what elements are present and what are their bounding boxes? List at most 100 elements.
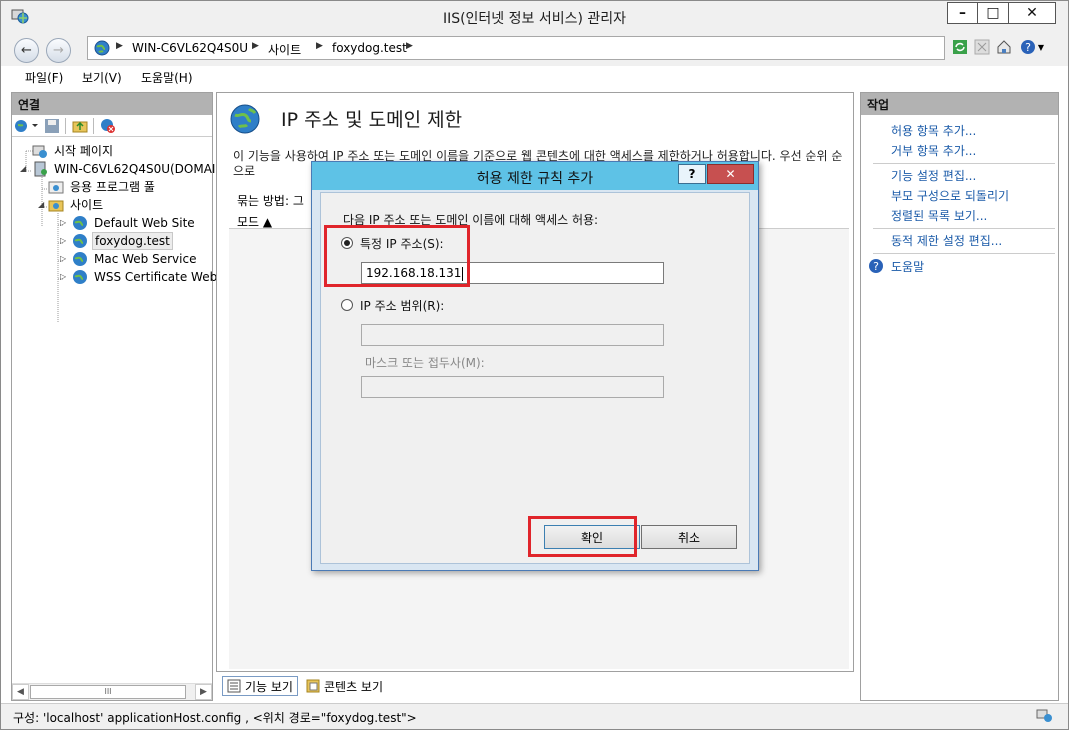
tab-content-view[interactable]: 콘텐츠 보기	[302, 676, 387, 696]
tree-label: 응용 프로그램 풀	[70, 180, 155, 194]
home-icon[interactable]	[995, 38, 1013, 56]
connect-globe-icon[interactable]	[14, 118, 40, 134]
divider	[873, 228, 1055, 229]
scroll-thumb[interactable]: III	[30, 685, 186, 699]
expand-arrow-icon[interactable]: ▷	[60, 268, 69, 286]
tree-label: WSS Certificate Web S	[94, 270, 229, 284]
minimize-button[interactable]: –	[947, 2, 978, 24]
forward-button[interactable]: →	[46, 38, 71, 63]
breadcrumb-sites[interactable]: 사이트	[268, 41, 301, 58]
start-page-icon	[32, 145, 47, 158]
iis-manager-window: IIS(인터넷 정보 서비스) 관리자 – □ ✕ ← → ▶ WIN-C6VL…	[0, 0, 1069, 730]
tab-label: 기능 보기	[245, 679, 293, 694]
site-globe-icon	[73, 270, 87, 284]
dialog-close-button[interactable]: ✕	[707, 164, 754, 184]
close-button[interactable]: ✕	[1009, 2, 1056, 24]
site-globe-icon	[73, 216, 87, 230]
tree-label: WIN-C6VL62Q4S0U(DOMAIN	[54, 162, 225, 176]
dialog-help-button[interactable]: ?	[678, 164, 706, 184]
dialog-title-bar: 허용 제한 규칙 추가 ? ✕	[312, 162, 758, 190]
add-allow-rule-dialog: 허용 제한 규칙 추가 ? ✕ 다음 IP 주소 또는 도메인 이름에 대해 액…	[311, 161, 759, 571]
disconnect-icon[interactable]	[100, 118, 116, 134]
tab-label: 콘텐츠 보기	[324, 679, 384, 694]
connections-panel: 연결 시작 페이지 ◢ WIN-C6VL62Q4S0U(DOMAIN 응용 프로…	[11, 92, 229, 701]
menu-file[interactable]: 파일(F)	[25, 69, 63, 86]
divider	[873, 163, 1055, 164]
breadcrumb-separator: ▶	[316, 41, 323, 51]
ip-range-input[interactable]	[361, 324, 664, 346]
window-title: IIS(인터넷 정보 서비스) 관리자	[442, 11, 627, 27]
save-icon[interactable]	[44, 118, 60, 134]
scroll-left-icon[interactable]: ◀	[12, 684, 29, 700]
action-add-deny[interactable]: 거부 항목 추가...	[891, 142, 976, 159]
expand-arrow-icon[interactable]: ▷	[60, 250, 69, 268]
title-bar: IIS(인터넷 정보 서비스) 관리자 – □ ✕	[1, 1, 1068, 32]
group-by-label: 묶는 방법: 그	[237, 194, 304, 208]
breadcrumb-separator: ▶	[406, 41, 413, 51]
breadcrumb-separator: ▶	[252, 41, 259, 51]
server-icon	[34, 161, 47, 177]
collapse-arrow-icon[interactable]: ◢	[38, 196, 47, 214]
tree-label-selected: foxydog.test	[92, 232, 173, 250]
expand-arrow-icon[interactable]: ▷	[60, 232, 69, 250]
menu-help[interactable]: 도움말(H)	[141, 69, 193, 86]
expand-arrow-icon[interactable]: ▷	[60, 214, 69, 232]
horizontal-scrollbar[interactable]: ◀ III ▶	[12, 683, 212, 700]
maximize-button[interactable]: □	[978, 2, 1009, 24]
breadcrumb-site[interactable]: foxydog.test	[332, 41, 407, 55]
mask-input[interactable]	[361, 376, 664, 398]
up-level-icon[interactable]	[72, 118, 88, 134]
forward-arrow-icon: →	[53, 43, 64, 58]
highlight-ok-button	[528, 516, 637, 557]
help-dropdown-icon[interactable]: ? ▼	[1017, 38, 1047, 56]
tab-features-view[interactable]: 기능 보기	[222, 676, 298, 696]
help-icon: ?	[869, 259, 883, 273]
tree-label: Mac Web Service	[94, 252, 197, 266]
refresh-icon[interactable]	[951, 38, 969, 56]
connections-header: 연결	[12, 93, 212, 115]
connections-toolbar	[12, 115, 212, 137]
status-bar: 구성: 'localhost' applicationHost.config ,…	[1, 703, 1068, 729]
back-arrow-icon: ←	[21, 43, 32, 58]
back-button[interactable]: ←	[14, 38, 39, 63]
actions-panel: 작업 허용 항목 추가... 거부 항목 추가... 기능 설정 편집... 부…	[860, 92, 1059, 701]
ip-range-radio[interactable]	[341, 299, 353, 311]
app-pool-icon	[48, 181, 64, 194]
cancel-button[interactable]: 취소	[641, 525, 737, 549]
menu-bar: 파일(F) 보기(V) 도움말(H)	[1, 66, 1068, 90]
action-add-allow[interactable]: 허용 항목 추가...	[891, 122, 976, 139]
action-help[interactable]: 도움말	[891, 258, 924, 275]
tree-label: Default Web Site	[94, 216, 195, 230]
divider	[873, 253, 1055, 254]
mode-column-label: 모드 ▲	[237, 215, 273, 229]
action-revert-to-parent[interactable]: 부모 구성으로 되돌리기	[891, 187, 1009, 204]
content-view-icon	[306, 679, 320, 693]
collapse-arrow-icon[interactable]: ◢	[20, 160, 29, 178]
site-globe-icon	[73, 252, 87, 266]
tree-label: 시작 페이지	[54, 144, 114, 158]
stop-icon[interactable]	[973, 38, 991, 56]
scroll-right-icon[interactable]: ▶	[195, 684, 212, 700]
status-text: 구성: 'localhost' applicationHost.config ,…	[13, 711, 417, 725]
highlight-specific-ip	[324, 225, 470, 287]
site-globe-icon	[73, 234, 87, 248]
actions-header: 작업	[861, 93, 1058, 115]
sites-folder-icon	[48, 200, 64, 212]
page-title: IP 주소 및 도메인 제한	[281, 109, 463, 131]
breadcrumb-server[interactable]: WIN-C6VL62Q4S0U	[132, 41, 248, 55]
breadcrumb-separator: ▶	[116, 41, 123, 51]
tree-label: 사이트	[70, 198, 104, 212]
address-bar-area: ← → ▶ WIN-C6VL62Q4S0U ▶ 사이트 ▶ foxydog.te…	[1, 32, 1068, 66]
action-view-ordered-list[interactable]: 정렬된 목록 보기...	[891, 207, 987, 224]
ip-range-label: IP 주소 범위(R):	[360, 299, 445, 313]
action-edit-dynamic-restrictions[interactable]: 동적 제한 설정 편집...	[891, 232, 1002, 249]
network-status-icon	[1036, 709, 1052, 722]
globe-icon	[94, 40, 110, 56]
svg-text:?: ?	[873, 260, 879, 273]
view-tabs: 기능 보기 콘텐츠 보기	[216, 674, 854, 698]
action-edit-feature-settings[interactable]: 기능 설정 편집...	[891, 167, 976, 184]
address-bar[interactable]: ▶ WIN-C6VL62Q4S0U ▶ 사이트 ▶ foxydog.test ▶	[87, 36, 945, 60]
svg-text:?: ?	[1025, 41, 1031, 54]
menu-view[interactable]: 보기(V)	[82, 69, 122, 86]
ip-restriction-globe-icon	[230, 104, 260, 134]
